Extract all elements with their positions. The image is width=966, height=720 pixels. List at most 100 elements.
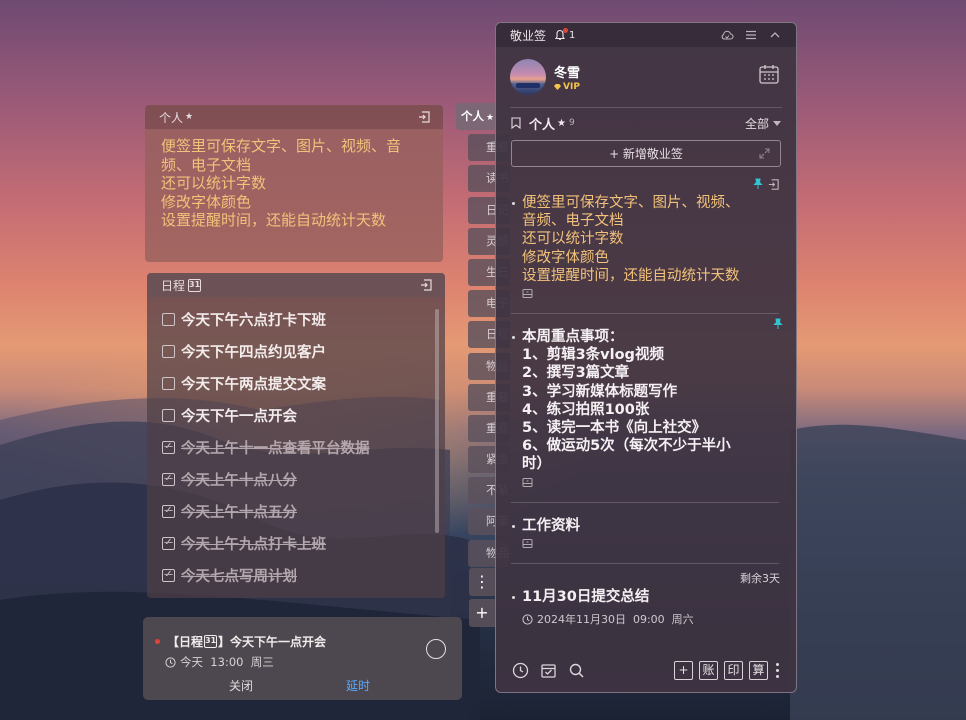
todo-item[interactable]: 今天下午六点打卡下班 xyxy=(147,303,445,335)
checked-checkbox[interactable]: ✓ xyxy=(162,568,175,582)
filter-label: 全部 xyxy=(744,116,769,131)
more-icon[interactable] xyxy=(774,662,780,678)
schedule-card[interactable]: 日程 31 今天下午六点打卡下班 今天下午四点约见客户今天下午两点提交文案 今天下午一… xyxy=(147,273,445,598)
user-row: 冬雪 VIP xyxy=(496,47,796,107)
note-text: 工作资料 xyxy=(522,517,580,534)
checkbox[interactable] xyxy=(162,344,175,358)
bookmark-icon xyxy=(511,117,521,129)
calendar-icon: 31 xyxy=(204,635,218,648)
todo-text: 今天上午十点五分 xyxy=(181,504,297,521)
print-button[interactable]: 印 xyxy=(724,660,743,680)
bullet xyxy=(512,202,515,205)
checkbox[interactable] xyxy=(162,408,175,422)
schedule-card-header[interactable]: 日程 31 xyxy=(147,273,445,297)
checkbox[interactable] xyxy=(162,312,175,326)
collapse-icon[interactable] xyxy=(768,28,782,42)
note-text: 本周重点事项： 1、剪辑3条vlog视频 2、撰写3篇文章 3、学习新媒体标题写… xyxy=(522,329,731,473)
bullet xyxy=(512,524,515,528)
close-button[interactable]: 关闭 xyxy=(229,677,253,694)
panel-titlebar[interactable]: 敬业签 1 xyxy=(496,23,796,47)
alert-dot xyxy=(155,639,160,644)
todo-item[interactable]: 今天下午两点提交文案 xyxy=(147,367,445,399)
tabs-more-button[interactable]: ⋮ xyxy=(469,568,495,596)
add-button[interactable]: + xyxy=(674,660,693,680)
menu-icon[interactable] xyxy=(744,28,758,42)
todo-item[interactable]: ✓ 今天上午十一点查看平台数据 xyxy=(147,431,445,463)
avatar[interactable] xyxy=(510,59,546,95)
todo-list: 今天下午六点打卡下班 今天下午四点约见客户 今天下午两点提交文案 今天下午一点开会 ✓ 今… xyxy=(147,297,445,591)
note-item[interactable]: 剩余3天 11月30日提交总结 2024年11月30日 09:00 周六 xyxy=(496,568,796,637)
archive-icon[interactable] xyxy=(540,662,557,679)
clock-icon xyxy=(165,656,176,668)
notification-bell[interactable]: 1 xyxy=(554,28,576,41)
bullet xyxy=(512,595,515,599)
category-name: 个人 xyxy=(529,117,556,133)
filter-dropdown[interactable]: 全部 xyxy=(745,115,781,132)
exit-icon[interactable] xyxy=(767,178,780,191)
calculator-button[interactable]: 算 xyxy=(749,660,768,680)
star-icon: ★ xyxy=(486,113,495,123)
reminder-date: 2024年11月30日 09:00 周六 xyxy=(537,613,694,627)
todo-item[interactable]: ✓ 今天七点写周计划 xyxy=(147,559,445,591)
divider xyxy=(511,501,779,503)
vip-label: VIP xyxy=(563,82,580,92)
checkbox[interactable] xyxy=(162,376,175,390)
note-line: 频、电子文档 xyxy=(161,155,252,174)
todo-item[interactable]: 今天下午一点开会 xyxy=(147,399,445,431)
calendar-icon[interactable] xyxy=(758,63,780,85)
ledger-button[interactable]: 账 xyxy=(699,660,718,680)
checked-checkbox[interactable]: ✓ xyxy=(162,504,175,518)
note-list: 便签里可保存文字、图片、视频、 音频、电子文档 还可以统计字数 修改字体颜色 设… xyxy=(496,178,796,637)
complete-circle-button[interactable] xyxy=(426,639,446,659)
checked-checkbox[interactable]: ✓ xyxy=(162,536,175,550)
note-line: 还可以统计字数 xyxy=(161,174,267,192)
reminder-popup[interactable]: 【日程 31 】今天下午一点开会 今天 13:00 周三 关闭 延时 xyxy=(143,617,462,700)
note-item[interactable]: 本周重点事项： 1、剪辑3条vlog视频 2、撰写3篇文章 3、学习新媒体标题写… xyxy=(496,318,796,498)
checked-checkbox[interactable]: ✓ xyxy=(162,472,175,486)
todo-text: 今天下午六点打卡下班 xyxy=(181,312,326,329)
todo-text: 今天上午十点八分 xyxy=(181,472,297,489)
attachment-icon[interactable] xyxy=(522,538,533,549)
note-card-header[interactable]: 个人 ★ xyxy=(145,105,443,129)
alert-dot xyxy=(563,28,569,33)
calendar-icon: 31 xyxy=(188,278,202,292)
days-remaining: 剩余3天 xyxy=(740,571,780,585)
pin-icon[interactable] xyxy=(772,318,784,330)
divider xyxy=(511,313,779,315)
vip-badge[interactable]: VIP xyxy=(554,82,580,92)
new-note-button[interactable]: + 新增敬业签 xyxy=(511,140,781,167)
search-icon[interactable] xyxy=(568,662,585,679)
todo-item[interactable]: 今天下午四点约见客户 xyxy=(147,335,445,367)
todo-item[interactable]: ✓ 今天上午十点五分 xyxy=(147,495,445,527)
note-item[interactable]: 便签里可保存文字、图片、视频、 音频、电子文档 还可以统计字数 修改字体颜色 设… xyxy=(496,178,796,309)
note-line: 修改字体颜色 xyxy=(161,192,252,211)
exit-icon[interactable] xyxy=(419,278,433,292)
scrollbar[interactable] xyxy=(435,309,439,533)
checked-checkbox[interactable]: ✓ xyxy=(162,440,175,454)
clock-icon[interactable] xyxy=(512,662,529,679)
add-category-button[interactable]: + xyxy=(469,599,495,627)
personal-note-card[interactable]: 个人 ★ 便签里可保存文字、图片、视频、音 频、电子文档 还可以统计字数 修改字体… xyxy=(145,105,443,262)
reminder-time: 今天 13:00 周三 xyxy=(180,655,274,669)
note-text: 便签里可保存文字、图片、视频、 音频、电子文档 还可以统计字数 修改字体颜色 设… xyxy=(522,195,740,284)
todo-item[interactable]: ✓ 今天上午十点八分 xyxy=(147,463,445,495)
category-count: 9 xyxy=(568,118,575,128)
note-card-title: 个人 xyxy=(159,110,184,125)
divider xyxy=(511,562,779,564)
todo-item[interactable]: ✓ 今天上午九点打卡上班 xyxy=(147,527,445,559)
todo-text: 今天下午四点约见客户 xyxy=(181,344,326,361)
attachment-icon[interactable] xyxy=(522,288,533,299)
delay-button[interactable]: 延时 xyxy=(346,677,370,694)
note-item[interactable]: 工作资料 xyxy=(496,507,796,559)
cloud-sync-icon[interactable] xyxy=(720,28,734,42)
expand-icon[interactable] xyxy=(759,148,770,159)
todo-text: 今天上午十一点查看平台数据 xyxy=(181,440,370,457)
clock-icon xyxy=(522,613,533,625)
exit-icon[interactable] xyxy=(417,110,431,124)
user-name: 冬雪 xyxy=(554,66,581,81)
main-panel: 敬业签 1 冬雪 VIP 个人 ★ 9 全部 + 新增敬业签 便签里可保存文字、图… xyxy=(495,22,797,693)
pin-icon[interactable] xyxy=(752,178,764,190)
attachment-icon[interactable] xyxy=(522,477,533,488)
bell-count: 1 xyxy=(569,29,576,41)
note-card-body[interactable]: 便签里可保存文字、图片、视频、音 频、电子文档 还可以统计字数 修改字体颜色 设… xyxy=(145,129,443,238)
